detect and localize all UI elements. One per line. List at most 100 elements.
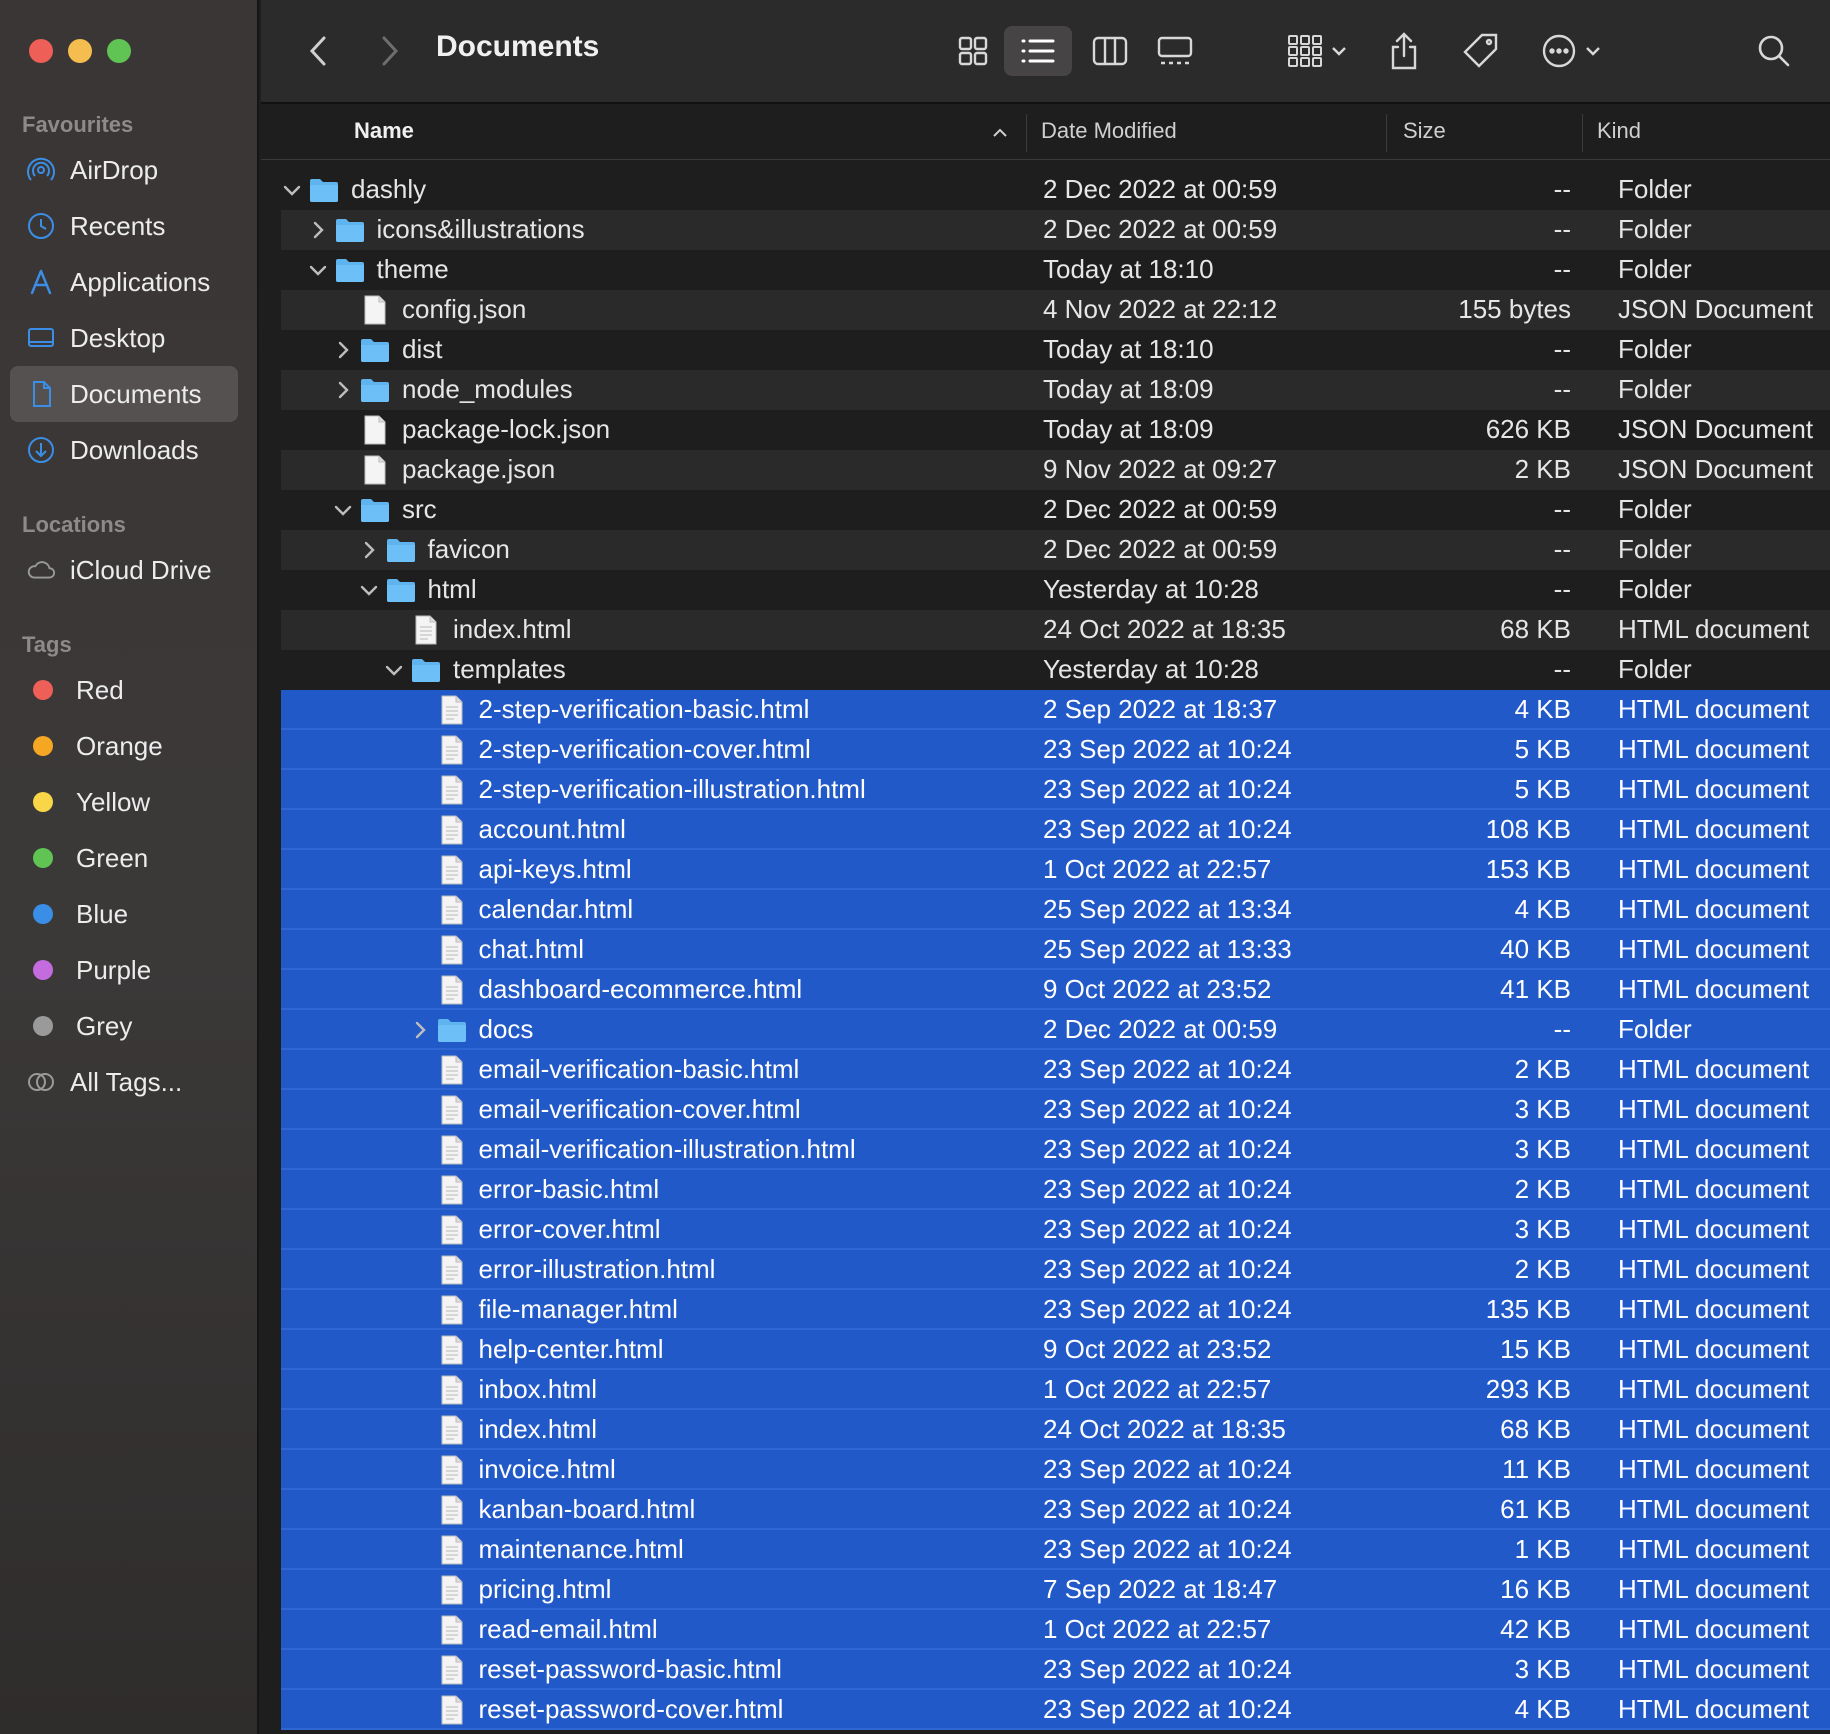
back-button[interactable] [299, 26, 339, 76]
sidebar-item-recents[interactable]: Recents [10, 198, 238, 254]
sidebar-tag-yellow[interactable]: Yellow [10, 774, 238, 830]
column-divider[interactable] [1582, 114, 1583, 152]
sidebar-tag-red[interactable]: Red [10, 662, 238, 718]
file-kind: HTML document [1618, 974, 1810, 1004]
sidebar-tag-purple[interactable]: Purple [10, 942, 238, 998]
disclosure-expanded-icon[interactable] [281, 183, 303, 197]
minimize-window-button[interactable] [68, 39, 92, 63]
sidebar-item-label: Green [76, 842, 149, 873]
file-size: -- [1553, 214, 1571, 244]
sidebar-tag-blue[interactable]: Blue [10, 886, 238, 942]
folder-row[interactable]: node_modules Today at 18:09 -- Folder [281, 370, 1830, 410]
column-divider[interactable] [1386, 114, 1387, 152]
file-row[interactable]: reset-password-cover.html 23 Sep 2022 at … [281, 1690, 1830, 1730]
sidebar-item-applications[interactable]: Applications [10, 254, 238, 310]
file-kind: HTML document [1618, 1574, 1810, 1604]
disclosure-collapsed-icon[interactable] [307, 220, 329, 240]
chevron-right-icon [382, 36, 399, 66]
file-row[interactable]: error-illustration.html 23 Sep 2022 at 10… [281, 1250, 1830, 1290]
tag-button[interactable] [1453, 26, 1509, 76]
kind-column-header[interactable]: Kind [1597, 118, 1641, 144]
file-row[interactable]: error-cover.html 23 Sep 2022 at 10:24 3 KB… [281, 1210, 1830, 1250]
file-row[interactable]: file-manager.html 23 Sep 2022 at 10:24 135… [281, 1290, 1830, 1330]
file-row[interactable]: maintenance.html 23 Sep 2022 at 10:24 1 KB… [281, 1530, 1830, 1570]
disclosure-expanded-icon[interactable] [383, 663, 405, 677]
file-row[interactable]: 2-step-verification-illustration.html 23 … [281, 770, 1830, 810]
disclosure-expanded-icon[interactable] [332, 503, 354, 517]
folder-row[interactable]: src 2 Dec 2022 at 00:59 -- Folder [281, 490, 1830, 530]
file-row[interactable]: read-email.html 1 Oct 2022 at 22:57 42 KB H… [281, 1610, 1830, 1650]
file-row[interactable]: pricing.html 7 Sep 2022 at 18:47 16 KB HTML… [281, 1570, 1830, 1610]
more-actions-button[interactable] [1531, 26, 1611, 76]
sidebar-tag-orange[interactable]: Orange [10, 718, 238, 774]
file-row[interactable]: email-verification-basic.html 23 Sep 2022… [281, 1050, 1830, 1090]
sidebar-tag-green[interactable]: Green [10, 830, 238, 886]
folder-row[interactable]: docs 2 Dec 2022 at 00:59 -- Folder [281, 1010, 1830, 1050]
disclosure-collapsed-icon[interactable] [358, 540, 380, 560]
share-button[interactable] [1379, 26, 1429, 76]
file-row[interactable]: account.html 23 Sep 2022 at 10:24 108 KB HT… [281, 810, 1830, 850]
size-column-header[interactable]: Size [1403, 118, 1446, 144]
group-by-button[interactable] [1281, 26, 1353, 76]
disclosure-collapsed-icon[interactable] [409, 1020, 431, 1040]
sidebar-item-desktop[interactable]: Desktop [10, 310, 238, 366]
file-row[interactable]: index.html 24 Oct 2022 at 18:35 68 KB HTML … [281, 1410, 1830, 1450]
file-row[interactable]: email-verification-illustration.html 23 S… [281, 1130, 1830, 1170]
folder-row[interactable]: html Yesterday at 10:28 -- Folder [281, 570, 1830, 610]
file-kind: HTML document [1618, 734, 1810, 764]
file-row[interactable]: chat.html 25 Sep 2022 at 13:33 40 KB HTML d… [281, 930, 1830, 970]
file-size: 5 KB [1514, 734, 1571, 764]
file-row[interactable]: email-verification-cover.html 23 Sep 2022… [281, 1090, 1830, 1130]
date-column-header[interactable]: Date Modified [1041, 118, 1177, 144]
file-row[interactable]: inbox.html 1 Oct 2022 at 22:57 293 KB HTML … [281, 1370, 1830, 1410]
sidebar-tag-grey[interactable]: Grey [10, 998, 238, 1054]
sidebar-item-label: AirDrop [70, 154, 159, 185]
disclosure-collapsed-icon[interactable] [332, 340, 354, 360]
sidebar-item-icloud-drive[interactable]: iCloud Drive [10, 542, 238, 598]
disclosure-expanded-icon[interactable] [307, 263, 329, 277]
file-row[interactable]: invoice.html 23 Sep 2022 at 10:24 11 KB HTM… [281, 1450, 1830, 1490]
sidebar-item-documents[interactable]: Documents [10, 366, 238, 422]
folder-row[interactable]: templates Yesterday at 10:28 -- Folder [281, 650, 1830, 690]
close-window-button[interactable] [29, 39, 53, 63]
folder-row[interactable]: favicon 2 Dec 2022 at 00:59 -- Folder [281, 530, 1830, 570]
sidebar-item-downloads[interactable]: Downloads [10, 422, 238, 478]
forward-button[interactable] [369, 26, 409, 76]
column-view-button[interactable] [1076, 26, 1144, 76]
file-row[interactable]: package.json 9 Nov 2022 at 09:27 2 KB JSON … [281, 450, 1830, 490]
list-view-button[interactable] [1004, 26, 1072, 76]
column-divider[interactable] [1026, 114, 1027, 152]
file-row[interactable]: 2-step-verification-basic.html 2 Sep 2022… [281, 690, 1830, 730]
date-modified: 23 Sep 2022 at 10:24 [1043, 1094, 1292, 1124]
name-cell: invoice.html [409, 1454, 616, 1485]
sidebar-item-airdrop[interactable]: AirDrop [10, 142, 238, 198]
folder-row[interactable]: dashly 2 Dec 2022 at 00:59 -- Folder [281, 170, 1830, 210]
disclosure-collapsed-icon[interactable] [332, 380, 354, 400]
gallery-view-button[interactable] [1141, 26, 1209, 76]
folder-row[interactable]: dist Today at 18:10 -- Folder [281, 330, 1830, 370]
file-row[interactable]: calendar.html 25 Sep 2022 at 13:34 4 KB HTM… [281, 890, 1830, 930]
file-row[interactable]: 2-step-verification-cover.html 23 Sep 202… [281, 730, 1830, 770]
file-row[interactable]: api-keys.html 1 Oct 2022 at 22:57 153 KB HT… [281, 850, 1830, 890]
sidebar-all-tags[interactable]: All Tags... [10, 1054, 238, 1110]
disclosure-expanded-icon[interactable] [358, 583, 380, 597]
file-row[interactable]: help-center.html 9 Oct 2022 at 23:52 15 KB… [281, 1330, 1830, 1370]
icon-view-button[interactable] [941, 26, 1005, 76]
folder-row[interactable]: theme Today at 18:10 -- Folder [281, 250, 1830, 290]
file-size: 16 KB [1500, 1574, 1571, 1604]
file-row[interactable]: config.json 4 Nov 2022 at 22:12 155 bytes J… [281, 290, 1830, 330]
folder-row[interactable]: icons&illustrations 2 Dec 2022 at 00:59 --… [281, 210, 1830, 250]
file-kind: HTML document [1618, 1334, 1810, 1364]
file-row[interactable]: dashboard-ecommerce.html 9 Oct 2022 at 23… [281, 970, 1830, 1010]
search-button[interactable] [1749, 26, 1799, 76]
zoom-window-button[interactable] [107, 39, 131, 63]
file-row[interactable]: error-basic.html 23 Sep 2022 at 10:24 2 KB… [281, 1170, 1830, 1210]
file-row[interactable]: package-lock.json Today at 18:09 626 KB JSO… [281, 410, 1830, 450]
file-row[interactable]: kanban-board.html 23 Sep 2022 at 10:24 61 … [281, 1490, 1830, 1530]
name-cell: error-cover.html [409, 1214, 661, 1245]
column-header: Name Date Modified Size Kind [261, 106, 1830, 160]
file-row[interactable]: reset-password-basic.html 23 Sep 2022 at … [281, 1650, 1830, 1690]
name-column-header[interactable]: Name [354, 118, 414, 144]
sidebar: Favourites AirDrop Recents Applications … [0, 0, 259, 1734]
file-row[interactable]: index.html 24 Oct 2022 at 18:35 68 KB HTML … [281, 610, 1830, 650]
